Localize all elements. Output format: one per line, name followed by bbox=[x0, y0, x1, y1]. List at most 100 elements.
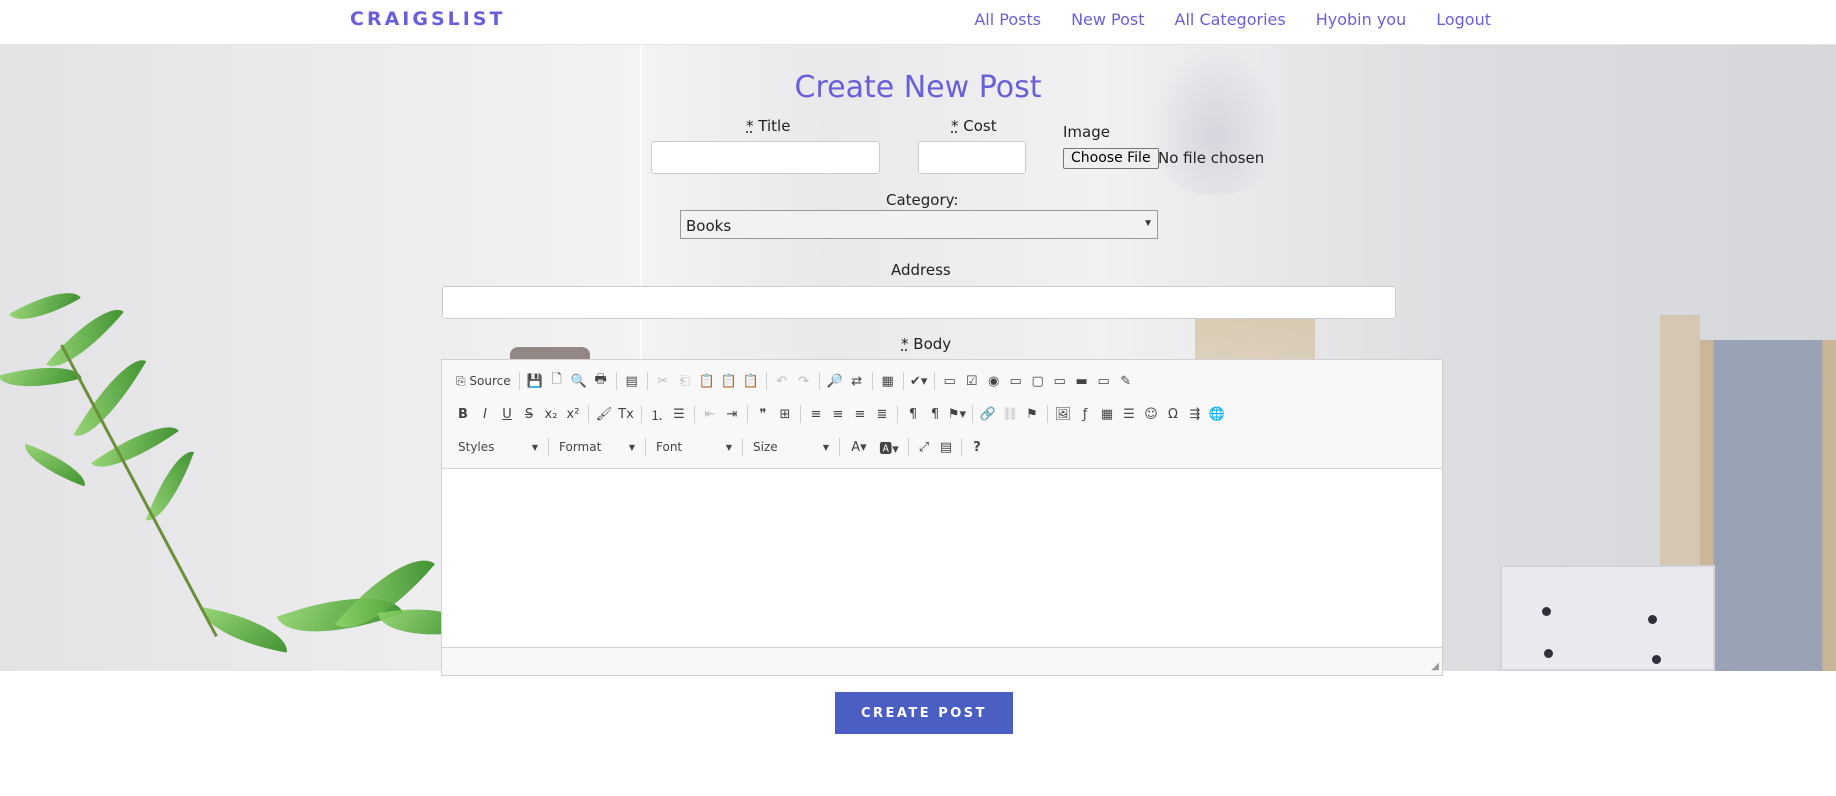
nav-all-categories[interactable]: All Categories bbox=[1175, 10, 1286, 29]
link-icon[interactable]: 🔗 bbox=[977, 403, 999, 425]
outdent-icon[interactable]: ⇤ bbox=[699, 403, 721, 425]
redo-icon[interactable]: ↷ bbox=[793, 370, 815, 392]
table-icon[interactable]: ▦ bbox=[1096, 403, 1118, 425]
size-dropdown[interactable]: Size ▼ bbox=[747, 436, 835, 458]
resize-grip-icon[interactable]: ◢ bbox=[1431, 661, 1439, 672]
choose-file-button[interactable]: Choose File bbox=[1063, 148, 1159, 169]
form-icon[interactable]: ▭ bbox=[939, 370, 961, 392]
page-title: Create New Post bbox=[794, 70, 1042, 105]
ltr-icon[interactable]: ¶ bbox=[902, 403, 924, 425]
superscript-icon[interactable]: x² bbox=[562, 403, 584, 425]
category-select[interactable]: Books ▼ bbox=[680, 210, 1158, 239]
textarea-icon[interactable]: ▢ bbox=[1027, 370, 1049, 392]
underline-icon[interactable]: U bbox=[496, 403, 518, 425]
required-mark: * bbox=[951, 117, 959, 135]
styles-dropdown[interactable]: Styles ▼ bbox=[452, 436, 544, 458]
new-page-icon[interactable]: 🗋 bbox=[546, 370, 568, 392]
numbered-list-icon[interactable]: ⒈ bbox=[646, 403, 668, 425]
templates-icon[interactable]: ▤ bbox=[621, 370, 643, 392]
category-label: Category: bbox=[886, 191, 959, 209]
rich-text-editor: ⎘ Source 💾 🗋 🔍 🖶 ▤ ✂ ⎗ 📋 📋 📋 ↶ ↷ 🔎 ⇄ ▦ ✔… bbox=[441, 359, 1443, 676]
flash-icon[interactable]: ƒ bbox=[1074, 403, 1096, 425]
image-label: Image bbox=[1063, 123, 1110, 141]
toolbar-row-2: B I U S x₂ x² 🖌 Tx ⒈ ☰ ⇤ ⇥ ❞ ⊞ ≡ ≡ ≡ ≣ ¶… bbox=[452, 402, 1228, 426]
copy-icon[interactable]: ⎗ bbox=[674, 370, 696, 392]
blockquote-icon[interactable]: ❞ bbox=[752, 403, 774, 425]
align-left-icon[interactable]: ≡ bbox=[805, 403, 827, 425]
bold-icon[interactable]: B bbox=[452, 403, 474, 425]
italic-icon[interactable]: I bbox=[474, 403, 496, 425]
textfield-icon[interactable]: ▭ bbox=[1005, 370, 1027, 392]
paste-icon[interactable]: 📋 bbox=[696, 370, 718, 392]
chevron-down-icon: ▼ bbox=[1143, 218, 1153, 229]
text-color-icon[interactable]: A▾ bbox=[844, 436, 874, 458]
page-break-icon[interactable]: ⇶ bbox=[1184, 403, 1206, 425]
spellcheck-icon[interactable]: ✔▾ bbox=[908, 370, 930, 392]
format-dropdown[interactable]: Format ▼ bbox=[553, 436, 641, 458]
title-input[interactable] bbox=[651, 141, 880, 174]
print-icon[interactable]: 🖶 bbox=[590, 370, 612, 392]
smiley-icon[interactable]: ☺ bbox=[1140, 403, 1162, 425]
category-value: Books bbox=[686, 217, 732, 235]
anchor-icon[interactable]: ⚑ bbox=[1021, 403, 1043, 425]
find-icon[interactable]: 🔎 bbox=[824, 370, 846, 392]
checkbox-icon[interactable]: ☑ bbox=[961, 370, 983, 392]
address-input[interactable] bbox=[442, 286, 1396, 319]
required-mark: * bbox=[901, 335, 909, 353]
brand-logo[interactable]: CRAIGSLIST bbox=[350, 8, 505, 30]
paste-text-icon[interactable]: 📋 bbox=[718, 370, 740, 392]
maximize-icon[interactable]: ⤢ bbox=[913, 436, 935, 458]
justify-icon[interactable]: ≣ bbox=[871, 403, 893, 425]
image-button-icon[interactable]: ▭ bbox=[1093, 370, 1115, 392]
select-field-icon[interactable]: ▭ bbox=[1049, 370, 1071, 392]
strikethrough-icon[interactable]: S bbox=[518, 403, 540, 425]
unlink-icon[interactable]: ⛓ bbox=[999, 403, 1021, 425]
copy-format-icon[interactable]: 🖌 bbox=[593, 403, 615, 425]
dresser bbox=[1500, 565, 1715, 671]
ceiling-lamp bbox=[1150, 45, 1280, 195]
nav-new-post[interactable]: New Post bbox=[1071, 10, 1144, 29]
font-dropdown[interactable]: Font ▼ bbox=[650, 436, 738, 458]
undo-icon[interactable]: ↶ bbox=[771, 370, 793, 392]
remove-format-icon[interactable]: Tx bbox=[615, 403, 637, 425]
nav-user[interactable]: Hyobin you bbox=[1316, 10, 1407, 29]
image-icon[interactable]: 🖼 bbox=[1052, 403, 1074, 425]
nav-logout[interactable]: Logout bbox=[1436, 10, 1491, 29]
nav-links: All Posts New Post All Categories Hyobin… bbox=[974, 10, 1491, 29]
address-label: Address bbox=[891, 261, 951, 279]
indent-icon[interactable]: ⇥ bbox=[721, 403, 743, 425]
cut-icon[interactable]: ✂ bbox=[652, 370, 674, 392]
plant bbox=[0, 265, 473, 671]
horizontal-line-icon[interactable]: ☰ bbox=[1118, 403, 1140, 425]
div-container-icon[interactable]: ⊞ bbox=[774, 403, 796, 425]
preview-icon[interactable]: 🔍 bbox=[568, 370, 590, 392]
show-blocks-icon[interactable]: ▤ bbox=[935, 436, 957, 458]
paste-word-icon[interactable]: 📋 bbox=[740, 370, 762, 392]
toolbar-row-1: ⎘ Source 💾 🗋 🔍 🖶 ▤ ✂ ⎗ 📋 📋 📋 ↶ ↷ 🔎 ⇄ ▦ ✔… bbox=[452, 369, 1137, 393]
rtl-icon[interactable]: ¶ bbox=[924, 403, 946, 425]
door bbox=[1700, 340, 1836, 671]
language-icon[interactable]: ⚑▾ bbox=[946, 403, 968, 425]
title-label: * Title bbox=[746, 117, 791, 135]
special-char-icon[interactable]: Ω bbox=[1162, 403, 1184, 425]
replace-icon[interactable]: ⇄ bbox=[846, 370, 868, 392]
iframe-icon[interactable]: 🌐 bbox=[1206, 403, 1228, 425]
align-center-icon[interactable]: ≡ bbox=[827, 403, 849, 425]
nav-all-posts[interactable]: All Posts bbox=[974, 10, 1041, 29]
align-right-icon[interactable]: ≡ bbox=[849, 403, 871, 425]
source-button[interactable]: ⎘ Source bbox=[452, 370, 515, 392]
background-color-icon[interactable]: 🅰▾ bbox=[874, 436, 904, 458]
bulleted-list-icon[interactable]: ☰ bbox=[668, 403, 690, 425]
hidden-field-icon[interactable]: ✎ bbox=[1115, 370, 1137, 392]
radio-icon[interactable]: ◉ bbox=[983, 370, 1005, 392]
body-label: * Body bbox=[901, 335, 952, 353]
toolbar-row-3: Styles ▼ Format ▼ Font ▼ Size ▼ A▾ 🅰▾ ⤢ ▤ ? bbox=[452, 435, 988, 459]
help-icon[interactable]: ? bbox=[966, 436, 988, 458]
editor-content-area[interactable] bbox=[442, 468, 1442, 648]
subscript-icon[interactable]: x₂ bbox=[540, 403, 562, 425]
select-all-icon[interactable]: ▦ bbox=[877, 370, 899, 392]
create-post-button[interactable]: CREATE POST bbox=[835, 692, 1013, 734]
save-icon[interactable]: 💾 bbox=[524, 370, 546, 392]
button-field-icon[interactable]: ▬ bbox=[1071, 370, 1093, 392]
cost-input[interactable] bbox=[918, 141, 1026, 174]
